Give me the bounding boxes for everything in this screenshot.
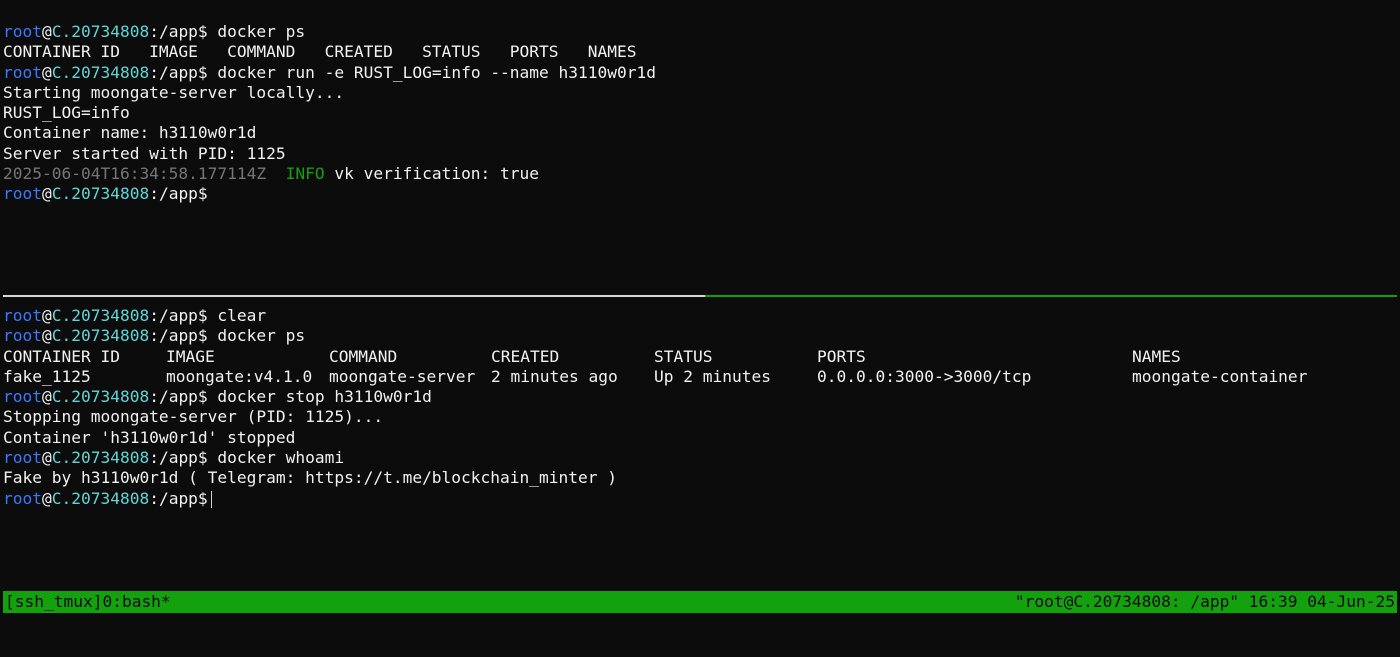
table-cell: 0.0.0.0:3000->3000/tcp: [817, 366, 1032, 386]
prompt-cwd: :/app$: [149, 448, 208, 468]
prompt-user: root: [3, 22, 42, 41]
table-cell: 2 minutes ago: [491, 366, 618, 386]
prompt-host: C.20734808: [51, 488, 150, 508]
command-text: docker ps: [207, 22, 306, 41]
status-host-time: "root@C.20734808: /app" 16:39 04-Jun-25: [1014, 592, 1395, 611]
column-header: CONTAINER ID: [3, 346, 120, 366]
prompt-cwd: :/app$: [149, 22, 208, 41]
prompt-line: root@C.20734808:/app$ docker run -e RUST…: [0, 63, 1400, 83]
prompt-line: root@C.20734808:/app$: [0, 184, 1400, 204]
output-line: Container name: h3110w0r1d: [3, 123, 257, 143]
command-text: docker whoami: [207, 448, 345, 468]
output-line: Container 'h3110w0r1d' stopped: [3, 427, 296, 447]
output-line: CONTAINER ID IMAGE COMMAND CREATED STATU…: [3, 42, 637, 62]
command-text: docker run -e RUST_LOG=info --name h3110…: [207, 62, 656, 82]
table-cell: moongate-server: [329, 366, 476, 386]
prompt-cwd: :/app$: [149, 62, 208, 82]
prompt-at: @: [41, 22, 52, 41]
table-cell: fake_1125: [3, 366, 91, 386]
prompt-host: C.20734808: [51, 22, 150, 41]
prompt-host: C.20734808: [51, 326, 150, 346]
output-line: Server started with PID: 1125: [3, 143, 286, 163]
prompt-line: root@C.20734808:/app$ docker ps: [0, 326, 1400, 346]
log-level: INFO: [285, 164, 325, 184]
command-text: docker ps: [207, 326, 306, 346]
prompt-line: root@C.20734808:/app$ docker ps: [0, 22, 1400, 42]
prompt-user: root: [3, 184, 42, 204]
column-header: STATUS: [654, 346, 713, 366]
prompt-cwd: :/app$: [149, 184, 208, 204]
prompt-at: @: [41, 326, 52, 346]
prompt-line: root@C.20734808:/app$ docker stop h3110w…: [0, 387, 1400, 407]
column-header: PORTS: [817, 346, 866, 366]
output-line: Starting moongate-server locally...: [3, 82, 345, 102]
prompt-cwd: :/app$: [149, 326, 208, 346]
tmux-status-bar: [ssh_tmux]0:bash* "root@C.20734808: /app…: [3, 591, 1397, 613]
prompt-host: C.20734808: [51, 184, 150, 204]
command-text: clear: [207, 306, 267, 325]
log-timestamp: 2025-06-04T16:34:58.177114Z: [3, 164, 267, 184]
bottom-terminal-pane[interactable]: root@C.20734808:/app$ clear root@C.20734…: [0, 306, 1400, 588]
output-line: Fake by h3110w0r1d ( Telegram: https://t…: [3, 468, 617, 488]
prompt-at: @: [41, 387, 52, 407]
output-line: Stopping moongate-server (PID: 1125)...: [3, 407, 384, 427]
pane-divider-inactive[interactable]: [3, 295, 705, 297]
log-line: 2025-06-04T16:34:58.177114Z INFO vk veri…: [0, 164, 1400, 184]
column-header: NAMES: [1132, 346, 1181, 366]
pane-divider-active[interactable]: [705, 295, 1397, 297]
log-message: vk verification: true: [324, 164, 540, 184]
prompt-line: root@C.20734808:/app$ clear: [0, 306, 1400, 326]
column-header: IMAGE: [166, 346, 215, 366]
prompt-user: root: [3, 488, 42, 508]
prompt-host: C.20734808: [51, 387, 150, 407]
prompt-at: @: [41, 184, 52, 204]
text-cursor: [210, 490, 212, 508]
column-header: CREATED: [491, 346, 560, 366]
docker-ps-header: CONTAINER ID IMAGE COMMAND CREATED STATU…: [0, 347, 1400, 367]
prompt-at: @: [41, 488, 52, 508]
command-text: docker stop h3110w0r1d: [207, 387, 432, 407]
prompt-line: root@C.20734808:/app$ docker whoami: [0, 448, 1400, 468]
output-line: RUST_LOG=info: [3, 103, 130, 123]
prompt-user: root: [3, 62, 42, 82]
prompt-user: root: [3, 387, 42, 407]
active-prompt-line[interactable]: root@C.20734808:/app$: [0, 489, 1400, 509]
prompt-cwd: :/app$: [149, 306, 208, 325]
prompt-at: @: [41, 306, 52, 325]
docker-ps-row: fake_1125 moongate:v4.1.0 moongate-serve…: [0, 367, 1400, 387]
table-cell: moongate-container: [1132, 366, 1308, 386]
prompt-at: @: [41, 62, 52, 82]
prompt-cwd: :/app$: [149, 488, 208, 508]
top-terminal-pane[interactable]: root@C.20734808:/app$ docker ps CONTAINE…: [0, 22, 1400, 292]
table-cell: moongate:v4.1.0: [166, 366, 313, 386]
prompt-user: root: [3, 306, 42, 325]
prompt-user: root: [3, 448, 42, 468]
prompt-host: C.20734808: [51, 62, 150, 82]
table-cell: Up 2 minutes: [654, 366, 771, 386]
prompt-user: root: [3, 326, 42, 346]
column-header: COMMAND: [329, 346, 398, 366]
session-window-indicator[interactable]: [ssh_tmux]0:bash*: [5, 591, 171, 613]
prompt-host: C.20734808: [51, 306, 150, 325]
prompt-host: C.20734808: [51, 448, 150, 468]
prompt-cwd: :/app$: [149, 387, 208, 407]
prompt-at: @: [41, 448, 52, 468]
